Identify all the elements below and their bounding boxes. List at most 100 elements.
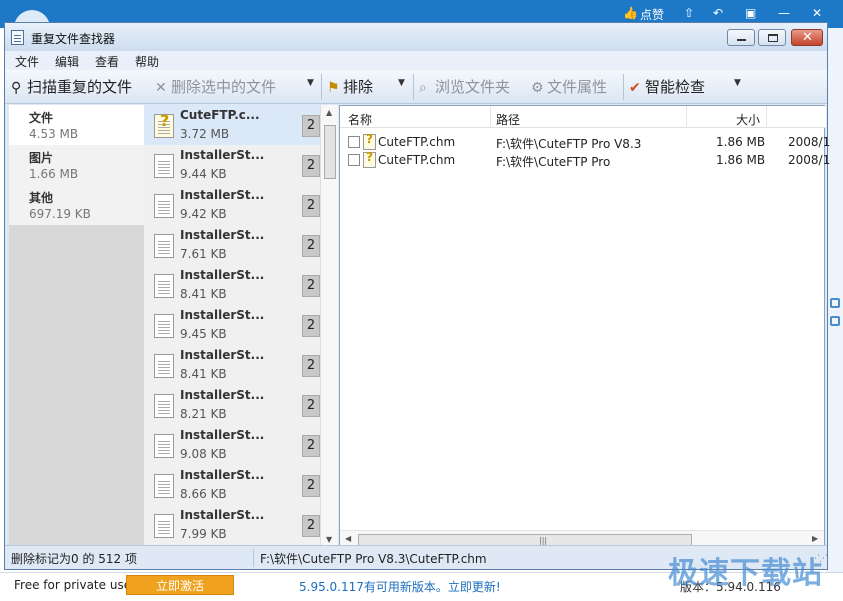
row-checkbox[interactable] [348, 136, 360, 148]
thumbs-up-icon[interactable]: 👍 [623, 6, 638, 20]
duplicate-group-list: CuteFTP.c... 3.72 MB 2 InstallerSt... 9.… [144, 105, 338, 549]
like-label[interactable]: 点赞 [640, 6, 664, 23]
duplicate-count-badge: 2 [302, 355, 320, 377]
update-available-link[interactable]: 5.95.0.117有可用新版本。立即更新! [299, 578, 501, 595]
edge-marker-icon [830, 316, 840, 326]
duplicate-count-badge: 2 [302, 195, 320, 217]
status-marked-count: 删除标记为0 的 512 项 [11, 552, 137, 566]
column-divider[interactable] [490, 106, 491, 128]
smart-check-button[interactable]: ✔ 智能检查 [629, 77, 705, 97]
duplicate-size: 8.41 KB [180, 287, 227, 301]
row-checkbox[interactable] [348, 154, 360, 166]
status-selected-path: F:\软件\CuteFTP Pro V8.3\CuteFTP.chm [260, 552, 487, 566]
text-file-icon [154, 394, 174, 418]
text-file-icon [154, 154, 174, 178]
duplicate-finder-window: 重复文件查找器 ✕ 文件 编辑 查看 帮助 ⚲ 扫描重复的文件 ✕ 删除选中的文件 … [4, 22, 830, 570]
category-other[interactable]: 其他 697.19 KB [9, 185, 144, 225]
menu-edit[interactable]: 编辑 [55, 53, 79, 70]
delete-selected-label: 删除选中的文件 [171, 78, 277, 96]
smart-check-dropdown-arrow-icon[interactable]: ▼ [734, 78, 741, 88]
category-images[interactable]: 图片 1.66 MB [9, 145, 144, 185]
duplicate-size: 9.45 KB [180, 327, 227, 341]
close-icon[interactable]: ✕ [812, 6, 822, 20]
table-row[interactable]: CuteFTP.chm F:\软件\CuteFTP Pro 1.86 MB 20… [340, 150, 830, 169]
duplicate-size: 9.44 KB [180, 167, 227, 181]
list-item[interactable]: InstallerSt... 9.08 KB 2 [144, 425, 320, 465]
menu-file[interactable]: 文件 [15, 53, 39, 70]
table-row[interactable]: CuteFTP.chm F:\软件\CuteFTP Pro V8.3 1.86 … [340, 132, 830, 151]
app-document-icon [11, 30, 24, 45]
scroll-down-arrow-icon[interactable]: ▼ [326, 535, 332, 544]
edge-marker-icon [830, 298, 840, 308]
scroll-right-arrow-icon[interactable]: ▶ [812, 534, 818, 543]
duplicate-size: 8.21 KB [180, 407, 227, 421]
delete-selected-button[interactable]: ✕ 删除选中的文件 [155, 77, 276, 97]
shirt-icon[interactable]: ▣ [745, 6, 756, 20]
scroll-left-arrow-icon[interactable]: ◀ [345, 534, 351, 543]
minimize-icon[interactable]: — [778, 6, 790, 20]
browse-folder-button[interactable]: ⌕ 浏览文件夹 [419, 77, 510, 97]
exclude-button[interactable]: ⚑ 排除 [327, 77, 373, 97]
toolbar: ⚲ 扫描重复的文件 ✕ 删除选中的文件 ▼ ⚑ 排除 ▼ ⌕ 浏览文件夹 ⚙ 文件属性 ✔… [5, 70, 827, 104]
pin-icon[interactable]: ⇧ [684, 6, 694, 20]
help-file-icon [363, 132, 376, 150]
duplicate-count-badge: 2 [302, 515, 320, 537]
close-icon: ✕ [802, 30, 813, 45]
text-file-icon [154, 194, 174, 218]
category-panel-empty-area [9, 225, 144, 549]
minimize-icon [737, 39, 746, 41]
list-item[interactable]: CuteFTP.c... 3.72 MB 2 [144, 105, 320, 145]
list-item[interactable]: InstallerSt... 8.21 KB 2 [144, 385, 320, 425]
category-files[interactable]: 文件 4.53 MB [9, 105, 144, 145]
window-titlebar[interactable]: 重复文件查找器 ✕ [5, 23, 827, 51]
category-name: 其他 [29, 191, 54, 205]
back-icon[interactable]: ↶ [713, 6, 723, 20]
duplicate-size: 8.66 KB [180, 487, 227, 501]
duplicate-count-badge: 2 [302, 475, 320, 497]
duplicate-size: 3.72 MB [180, 127, 230, 141]
duplicate-count-badge: 2 [302, 315, 320, 337]
activate-now-button[interactable]: 立即激活 [126, 575, 234, 595]
duplicate-size: 9.42 KB [180, 207, 227, 221]
scan-label: 扫描重复的文件 [27, 78, 133, 96]
list-item[interactable]: InstallerSt... 7.99 KB 2 [144, 505, 320, 545]
duplicate-size: 8.41 KB [180, 367, 227, 381]
list-item[interactable]: InstallerSt... 9.45 KB 2 [144, 305, 320, 345]
duplicate-count-badge: 2 [302, 395, 320, 417]
column-divider[interactable] [686, 106, 687, 128]
list-item[interactable]: InstallerSt... 8.41 KB 2 [144, 345, 320, 385]
list-item[interactable]: InstallerSt... 8.41 KB 2 [144, 265, 320, 305]
duplicate-count-badge: 2 [302, 275, 320, 297]
folder-browse-icon: ⌕ [419, 80, 427, 96]
scan-duplicates-button[interactable]: ⚲ 扫描重复的文件 [11, 77, 132, 97]
column-divider[interactable] [766, 106, 767, 128]
column-header-path[interactable]: 路径 [496, 111, 520, 128]
duplicate-name: CuteFTP.c... [180, 108, 260, 122]
duplicate-name: InstallerSt... [180, 148, 265, 162]
text-file-icon [154, 274, 174, 298]
maximize-button[interactable] [758, 29, 786, 46]
category-name: 图片 [29, 151, 54, 165]
text-file-icon [154, 514, 174, 538]
scrollbar-thumb[interactable] [324, 125, 336, 179]
minimize-button[interactable] [727, 29, 755, 46]
list-item[interactable]: InstallerSt... 9.42 KB 2 [144, 185, 320, 225]
list-item[interactable]: InstallerSt... 8.66 KB 2 [144, 465, 320, 505]
menu-view[interactable]: 查看 [95, 53, 119, 70]
duplicate-size: 7.99 KB [180, 527, 227, 541]
column-header-size[interactable]: 大小 [736, 111, 760, 128]
exclude-dropdown-arrow-icon[interactable]: ▼ [398, 78, 405, 88]
list-item[interactable]: InstallerSt... 7.61 KB 2 [144, 225, 320, 265]
license-text: Free for private use [14, 578, 132, 592]
file-properties-button[interactable]: ⚙ 文件属性 [531, 77, 607, 97]
column-header-name[interactable]: 名称 [348, 111, 372, 128]
category-name: 文件 [29, 111, 54, 125]
duplicate-list-scrollbar[interactable]: ▲ ▼ [320, 105, 338, 549]
duplicate-name: InstallerSt... [180, 388, 265, 402]
list-item[interactable]: InstallerSt... 9.44 KB 2 [144, 145, 320, 185]
delete-dropdown-arrow-icon[interactable]: ▼ [307, 78, 314, 88]
close-button[interactable]: ✕ [791, 29, 823, 46]
exclude-label: 排除 [343, 78, 374, 96]
menu-help[interactable]: 帮助 [135, 53, 159, 70]
scroll-up-arrow-icon[interactable]: ▲ [326, 108, 332, 117]
